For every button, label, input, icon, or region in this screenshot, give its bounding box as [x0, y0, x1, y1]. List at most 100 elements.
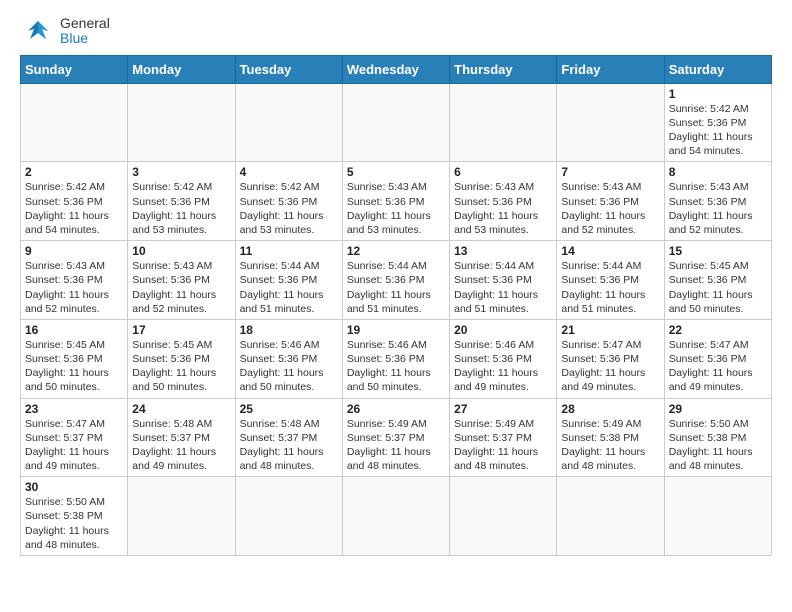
day-number: 1: [669, 87, 767, 101]
day-number: 12: [347, 244, 445, 258]
week-row-5: 23Sunrise: 5:47 AM Sunset: 5:37 PM Dayli…: [21, 398, 772, 477]
weekday-header-friday: Friday: [557, 55, 664, 83]
day-number: 4: [240, 165, 338, 179]
day-info: Sunrise: 5:42 AM Sunset: 5:36 PM Dayligh…: [132, 180, 230, 237]
day-cell: 17Sunrise: 5:45 AM Sunset: 5:36 PM Dayli…: [128, 319, 235, 398]
day-info: Sunrise: 5:45 AM Sunset: 5:36 PM Dayligh…: [25, 338, 123, 395]
day-number: 18: [240, 323, 338, 337]
week-row-3: 9Sunrise: 5:43 AM Sunset: 5:36 PM Daylig…: [21, 241, 772, 320]
day-info: Sunrise: 5:49 AM Sunset: 5:37 PM Dayligh…: [454, 417, 552, 474]
day-cell: [128, 477, 235, 556]
week-row-4: 16Sunrise: 5:45 AM Sunset: 5:36 PM Dayli…: [21, 319, 772, 398]
day-info: Sunrise: 5:44 AM Sunset: 5:36 PM Dayligh…: [561, 259, 659, 316]
day-number: 9: [25, 244, 123, 258]
day-number: 10: [132, 244, 230, 258]
weekday-header-tuesday: Tuesday: [235, 55, 342, 83]
day-number: 25: [240, 402, 338, 416]
day-cell: [128, 83, 235, 162]
day-number: 28: [561, 402, 659, 416]
day-info: Sunrise: 5:44 AM Sunset: 5:36 PM Dayligh…: [240, 259, 338, 316]
calendar: SundayMondayTuesdayWednesdayThursdayFrid…: [20, 55, 772, 556]
week-row-1: 1Sunrise: 5:42 AM Sunset: 5:36 PM Daylig…: [21, 83, 772, 162]
day-number: 17: [132, 323, 230, 337]
weekday-header-wednesday: Wednesday: [342, 55, 449, 83]
day-info: Sunrise: 5:42 AM Sunset: 5:36 PM Dayligh…: [25, 180, 123, 237]
day-number: 13: [454, 244, 552, 258]
day-cell: 4Sunrise: 5:42 AM Sunset: 5:36 PM Daylig…: [235, 162, 342, 241]
day-cell: 29Sunrise: 5:50 AM Sunset: 5:38 PM Dayli…: [664, 398, 771, 477]
day-cell: 18Sunrise: 5:46 AM Sunset: 5:36 PM Dayli…: [235, 319, 342, 398]
day-info: Sunrise: 5:48 AM Sunset: 5:37 PM Dayligh…: [240, 417, 338, 474]
day-cell: 15Sunrise: 5:45 AM Sunset: 5:36 PM Dayli…: [664, 241, 771, 320]
day-cell: 24Sunrise: 5:48 AM Sunset: 5:37 PM Dayli…: [128, 398, 235, 477]
day-info: Sunrise: 5:43 AM Sunset: 5:36 PM Dayligh…: [454, 180, 552, 237]
weekday-header-monday: Monday: [128, 55, 235, 83]
logo-icon: [20, 17, 56, 45]
weekday-header-saturday: Saturday: [664, 55, 771, 83]
day-number: 29: [669, 402, 767, 416]
day-number: 15: [669, 244, 767, 258]
day-number: 30: [25, 480, 123, 494]
day-cell: 22Sunrise: 5:47 AM Sunset: 5:36 PM Dayli…: [664, 319, 771, 398]
day-info: Sunrise: 5:49 AM Sunset: 5:37 PM Dayligh…: [347, 417, 445, 474]
day-number: 23: [25, 402, 123, 416]
logo: General Blue: [20, 16, 110, 47]
weekday-header-thursday: Thursday: [450, 55, 557, 83]
day-cell: 11Sunrise: 5:44 AM Sunset: 5:36 PM Dayli…: [235, 241, 342, 320]
day-info: Sunrise: 5:43 AM Sunset: 5:36 PM Dayligh…: [669, 180, 767, 237]
day-number: 3: [132, 165, 230, 179]
day-cell: [557, 83, 664, 162]
day-info: Sunrise: 5:47 AM Sunset: 5:36 PM Dayligh…: [669, 338, 767, 395]
day-cell: [235, 477, 342, 556]
day-info: Sunrise: 5:45 AM Sunset: 5:36 PM Dayligh…: [132, 338, 230, 395]
day-cell: [557, 477, 664, 556]
day-cell: 25Sunrise: 5:48 AM Sunset: 5:37 PM Dayli…: [235, 398, 342, 477]
day-cell: 16Sunrise: 5:45 AM Sunset: 5:36 PM Dayli…: [21, 319, 128, 398]
day-cell: 6Sunrise: 5:43 AM Sunset: 5:36 PM Daylig…: [450, 162, 557, 241]
day-number: 26: [347, 402, 445, 416]
day-info: Sunrise: 5:42 AM Sunset: 5:36 PM Dayligh…: [669, 102, 767, 159]
day-number: 16: [25, 323, 123, 337]
day-info: Sunrise: 5:44 AM Sunset: 5:36 PM Dayligh…: [454, 259, 552, 316]
day-cell: [450, 83, 557, 162]
day-info: Sunrise: 5:43 AM Sunset: 5:36 PM Dayligh…: [347, 180, 445, 237]
day-cell: 21Sunrise: 5:47 AM Sunset: 5:36 PM Dayli…: [557, 319, 664, 398]
day-cell: 20Sunrise: 5:46 AM Sunset: 5:36 PM Dayli…: [450, 319, 557, 398]
day-number: 14: [561, 244, 659, 258]
day-cell: [342, 83, 449, 162]
day-info: Sunrise: 5:42 AM Sunset: 5:36 PM Dayligh…: [240, 180, 338, 237]
day-cell: [342, 477, 449, 556]
day-number: 24: [132, 402, 230, 416]
day-cell: [21, 83, 128, 162]
day-cell: 14Sunrise: 5:44 AM Sunset: 5:36 PM Dayli…: [557, 241, 664, 320]
day-cell: 23Sunrise: 5:47 AM Sunset: 5:37 PM Dayli…: [21, 398, 128, 477]
header: General Blue: [20, 16, 772, 47]
day-cell: 2Sunrise: 5:42 AM Sunset: 5:36 PM Daylig…: [21, 162, 128, 241]
day-info: Sunrise: 5:48 AM Sunset: 5:37 PM Dayligh…: [132, 417, 230, 474]
weekday-header-row: SundayMondayTuesdayWednesdayThursdayFrid…: [21, 55, 772, 83]
week-row-6: 30Sunrise: 5:50 AM Sunset: 5:38 PM Dayli…: [21, 477, 772, 556]
day-cell: 3Sunrise: 5:42 AM Sunset: 5:36 PM Daylig…: [128, 162, 235, 241]
day-info: Sunrise: 5:43 AM Sunset: 5:36 PM Dayligh…: [132, 259, 230, 316]
day-info: Sunrise: 5:43 AM Sunset: 5:36 PM Dayligh…: [561, 180, 659, 237]
day-info: Sunrise: 5:45 AM Sunset: 5:36 PM Dayligh…: [669, 259, 767, 316]
day-cell: [664, 477, 771, 556]
day-number: 6: [454, 165, 552, 179]
day-info: Sunrise: 5:46 AM Sunset: 5:36 PM Dayligh…: [347, 338, 445, 395]
day-cell: 19Sunrise: 5:46 AM Sunset: 5:36 PM Dayli…: [342, 319, 449, 398]
day-info: Sunrise: 5:47 AM Sunset: 5:36 PM Dayligh…: [561, 338, 659, 395]
day-number: 11: [240, 244, 338, 258]
logo-text: General Blue: [60, 16, 110, 47]
day-info: Sunrise: 5:47 AM Sunset: 5:37 PM Dayligh…: [25, 417, 123, 474]
day-cell: 5Sunrise: 5:43 AM Sunset: 5:36 PM Daylig…: [342, 162, 449, 241]
weekday-header-sunday: Sunday: [21, 55, 128, 83]
day-number: 22: [669, 323, 767, 337]
day-info: Sunrise: 5:43 AM Sunset: 5:36 PM Dayligh…: [25, 259, 123, 316]
day-cell: 27Sunrise: 5:49 AM Sunset: 5:37 PM Dayli…: [450, 398, 557, 477]
week-row-2: 2Sunrise: 5:42 AM Sunset: 5:36 PM Daylig…: [21, 162, 772, 241]
day-number: 20: [454, 323, 552, 337]
day-info: Sunrise: 5:44 AM Sunset: 5:36 PM Dayligh…: [347, 259, 445, 316]
day-cell: 28Sunrise: 5:49 AM Sunset: 5:38 PM Dayli…: [557, 398, 664, 477]
day-number: 19: [347, 323, 445, 337]
day-number: 2: [25, 165, 123, 179]
